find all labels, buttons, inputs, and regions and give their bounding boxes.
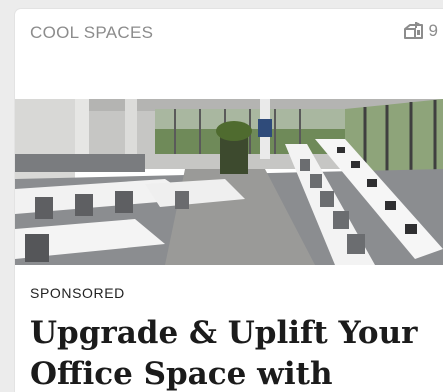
hero-image[interactable] xyxy=(15,99,443,265)
article-card[interactable]: COOL SPACES 9 SPONSORED Upgrade & Uplift… xyxy=(15,9,443,392)
card-header: COOL SPACES 9 xyxy=(15,9,443,59)
category-link[interactable]: COOL SPACES xyxy=(30,23,153,43)
article-headline[interactable]: Upgrade & Uplift Your Office Space with xyxy=(30,313,430,392)
count-badge[interactable]: 9 xyxy=(402,21,438,41)
count-value: 9 xyxy=(428,21,438,40)
mailbox-icon xyxy=(402,21,424,41)
sponsored-label: SPONSORED xyxy=(30,285,125,301)
